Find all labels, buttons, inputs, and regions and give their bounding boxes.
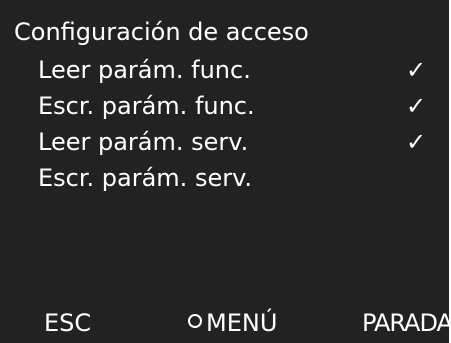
menu-item-label: Escr. parám. func. bbox=[38, 92, 255, 120]
esc-softkey[interactable]: ESC bbox=[44, 305, 91, 341]
checkmark-icon: ✓ bbox=[406, 92, 427, 120]
menu-item-leer-param-serv[interactable]: Leer parám. serv. ✓ bbox=[38, 124, 438, 160]
device-screen: Configuración de acceso Leer parám. func… bbox=[0, 0, 451, 343]
menu-item-label: Escr. parám. serv. bbox=[38, 164, 253, 192]
menu-item-label: Leer parám. func. bbox=[38, 56, 251, 84]
menu-softkey[interactable]: MENÚ bbox=[188, 305, 277, 341]
menu-item-leer-param-func[interactable]: Leer parám. func. ✓ bbox=[38, 52, 438, 88]
menu-softkey-label: MENÚ bbox=[206, 309, 278, 337]
circle-icon bbox=[188, 314, 202, 328]
checkmark-icon: ✓ bbox=[406, 56, 427, 84]
menu-item-escr-param-serv[interactable]: Escr. parám. serv. bbox=[38, 160, 438, 196]
menu-item-label: Leer parám. serv. bbox=[38, 128, 249, 156]
screen-title: Configuración de acceso bbox=[14, 18, 309, 46]
menu-item-escr-param-func[interactable]: Escr. parám. func. ✓ bbox=[38, 88, 438, 124]
checkmark-icon: ✓ bbox=[406, 128, 427, 156]
stop-softkey[interactable]: PARADA bbox=[362, 305, 451, 341]
